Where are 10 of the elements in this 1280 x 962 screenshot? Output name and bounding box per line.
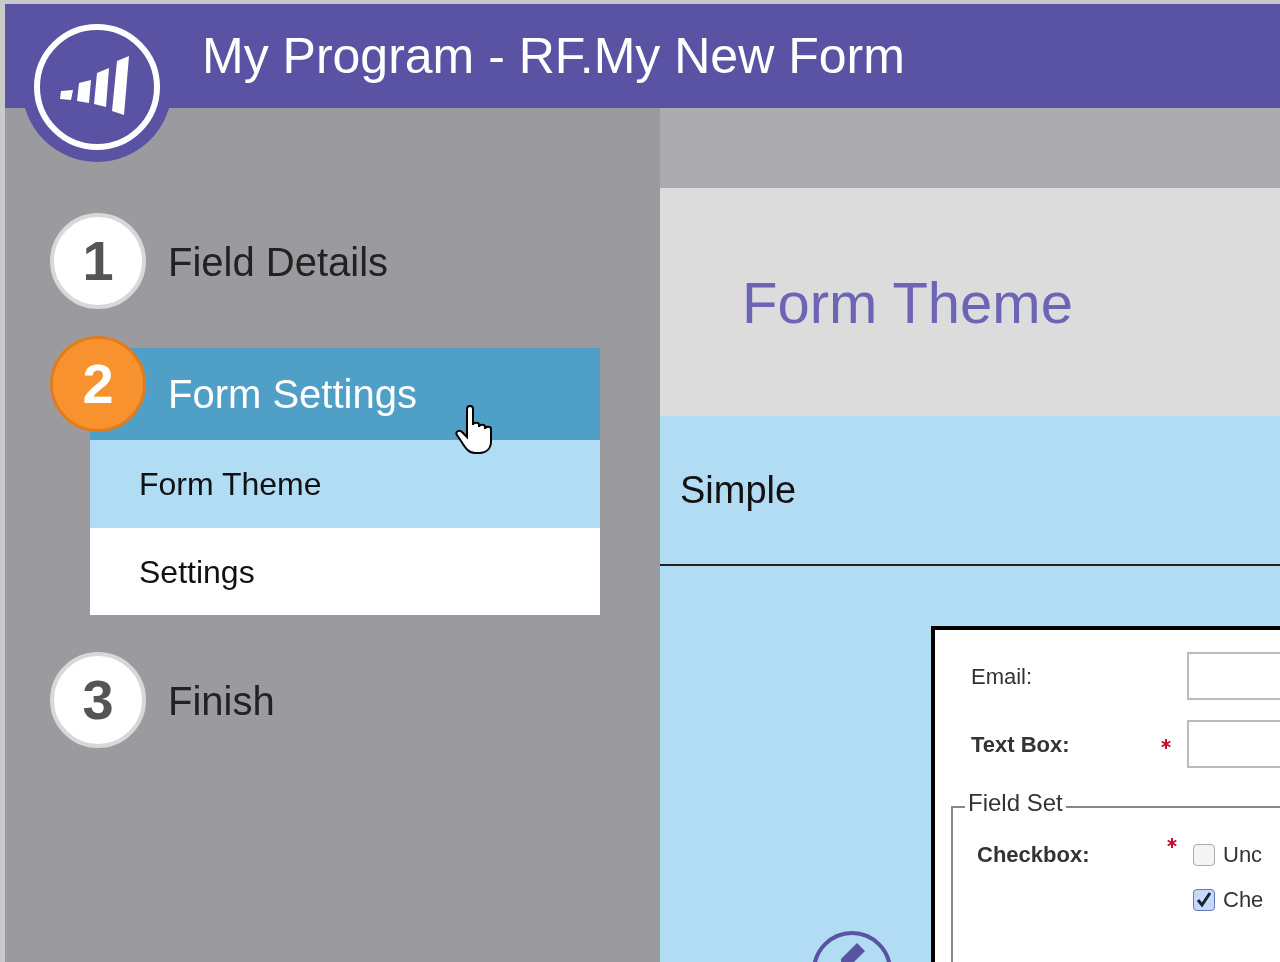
step-number-badge: 2 <box>50 336 146 432</box>
step-number-badge: 1 <box>50 213 146 309</box>
field-label: Checkbox: <box>977 841 1091 869</box>
panel-title: Form Theme <box>742 268 1073 337</box>
step-number-badge: 3 <box>50 652 146 748</box>
field-label: Email: <box>971 662 1034 691</box>
checkbox-label: Che <box>1223 886 1264 914</box>
field-label: Text Box: <box>971 730 1071 759</box>
checkbox-label: Unc <box>1223 841 1263 869</box>
window-title: My Program - RF.My New Form <box>202 31 905 81</box>
